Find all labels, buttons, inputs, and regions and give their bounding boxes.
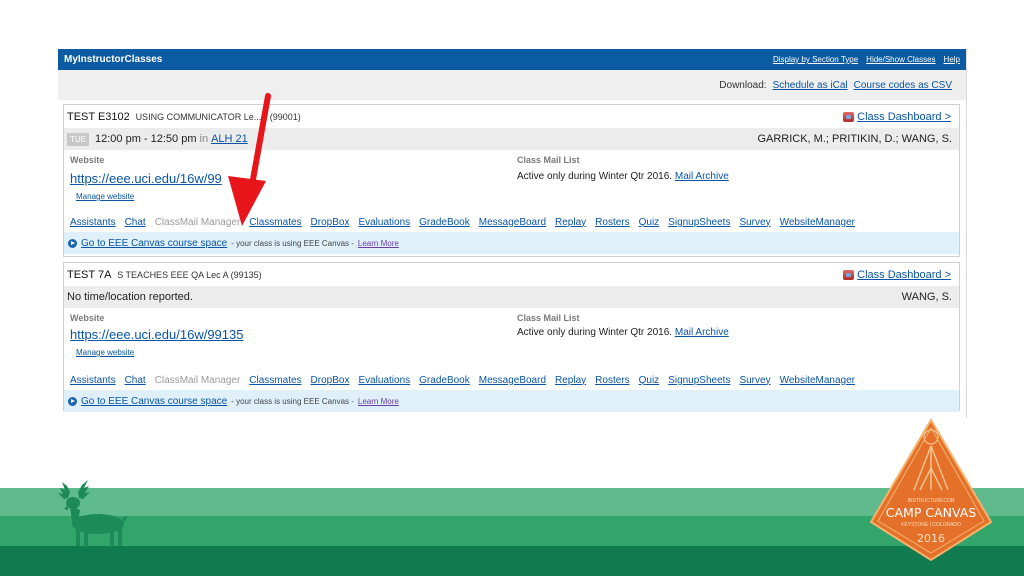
- badge-location-text: KEYSTONE | COLORADO: [901, 522, 961, 528]
- badge-top-text: INSTRUCTURECON: [908, 498, 955, 504]
- badge-main-text: CAMP CANVAS: [886, 505, 977, 520]
- slide: { "app": { "title": "MyInstructorClasses…: [0, 0, 1024, 576]
- deer-icon: [58, 480, 128, 547]
- camp-canvas-badge: INSTRUCTURECON CAMP CANVAS KEYSTONE | CO…: [869, 418, 993, 562]
- badge-year: 2016: [917, 532, 945, 545]
